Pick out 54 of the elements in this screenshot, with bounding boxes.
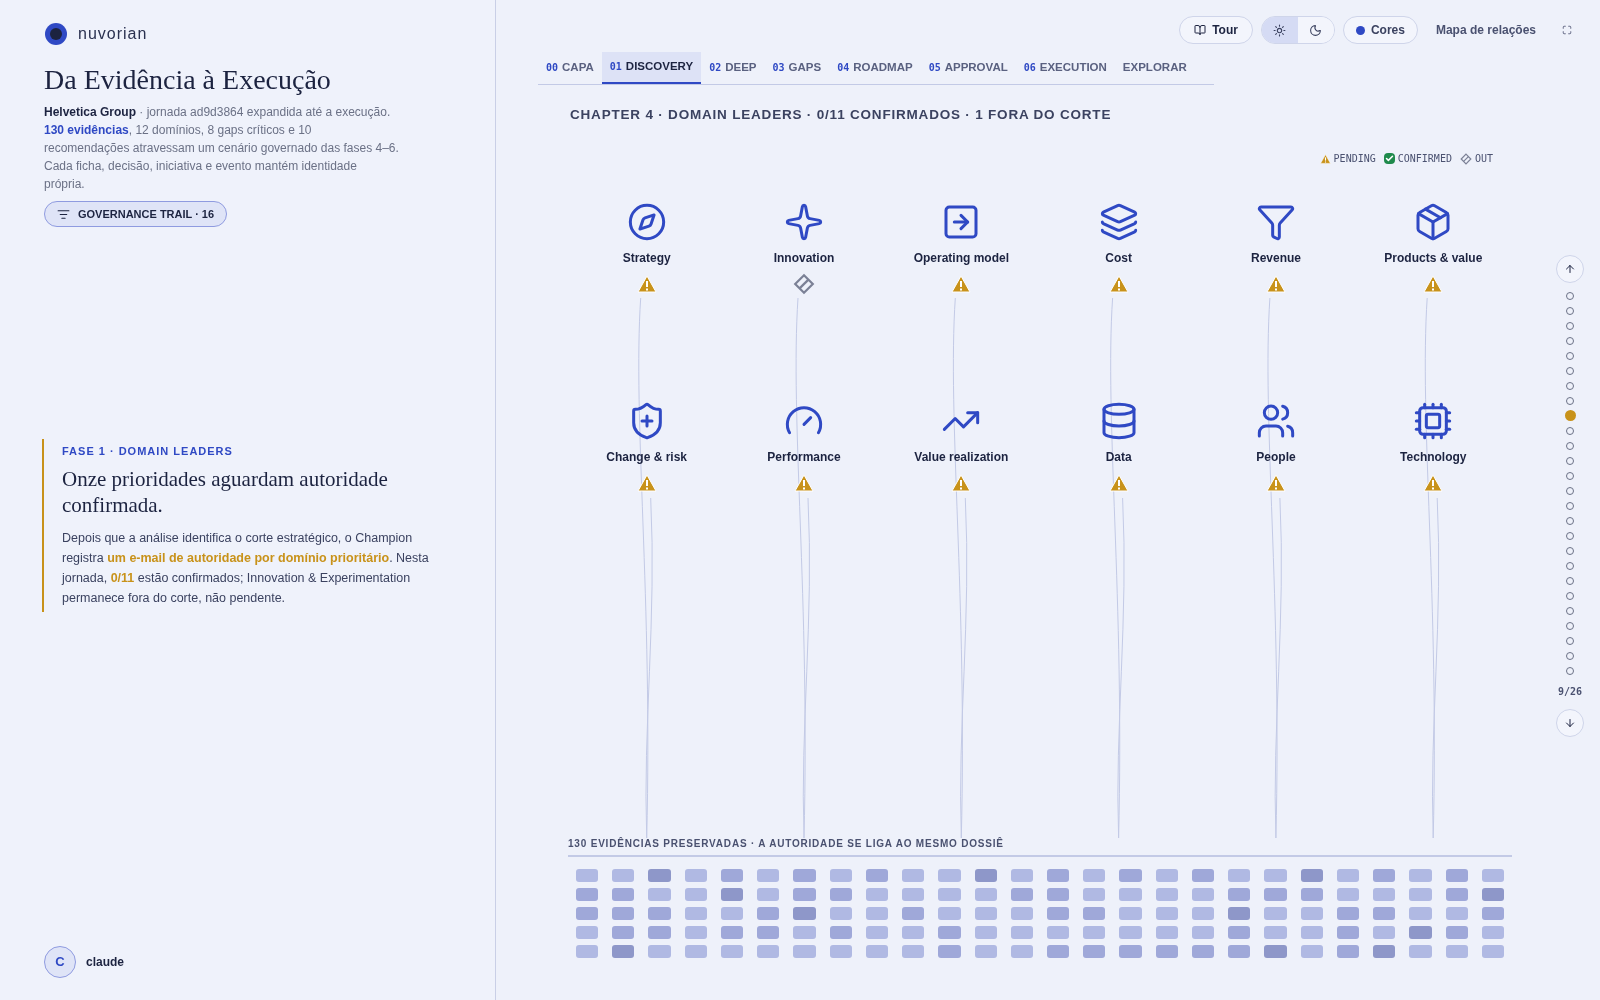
scroll-down-button[interactable] — [1556, 709, 1584, 737]
domain-label: Change & risk — [606, 449, 687, 467]
arrow-down-icon — [1564, 717, 1576, 729]
user-name: claude — [86, 954, 124, 971]
light-theme-button[interactable] — [1261, 17, 1298, 43]
compass-icon — [626, 202, 667, 243]
legend-label: PENDING — [1333, 152, 1376, 167]
domain-label: Performance — [767, 449, 841, 467]
domain-label: Operating model — [913, 250, 1009, 268]
logo-icon — [44, 22, 68, 46]
tab[interactable]: 03 GAPS — [764, 52, 830, 84]
arrow-up-icon — [1564, 263, 1576, 275]
fullscreen-icon[interactable] — [1562, 25, 1572, 35]
scroll-up-button[interactable] — [1556, 255, 1584, 283]
domain-label: People — [1256, 449, 1296, 467]
relations-map-link[interactable]: Mapa de relações — [1425, 21, 1546, 39]
phase-eyebrow: FASE 1 · DOMAIN LEADERS — [62, 444, 234, 459]
domain-label: Strategy — [622, 250, 671, 268]
layers-icon — [1098, 202, 1139, 243]
domain-label: Innovation — [773, 250, 835, 268]
chip-icon — [1413, 401, 1454, 442]
domain-label: Products & value — [1384, 250, 1483, 268]
domain-label: Data — [1105, 449, 1132, 467]
tab[interactable]: 00 CAPA — [538, 52, 602, 84]
brand-name: nuvorian — [78, 24, 148, 44]
tab[interactable]: 06 EXECUTION — [1015, 52, 1115, 84]
domain-label: Revenue — [1250, 250, 1301, 268]
list-icon — [57, 207, 70, 221]
phase-body: Depois que a análise identifica o corte estratégico, o Champion registra um e-mail de autoridade por domínio prioritário. Nesta jornada, 0/11 estão confirmados; Innovation & Experimentation permanece fora do corte, não pendente. — [62, 529, 430, 607]
domain-label: Technology — [1400, 449, 1467, 467]
domain-label: Cost — [1105, 250, 1132, 268]
user-avatar[interactable]: C — [44, 946, 76, 978]
dark-theme-button[interactable] — [1297, 17, 1334, 43]
page-counter: 9/26 — [1557, 685, 1583, 699]
intro-text: Helvetica Group · jornada ad9d3864 expandida até a execução. 130 evidências, 12 domínios, 8 gaps críticos e 10 recomendações atravessam um cenário governado das fases 4–6. Cada ficha, decisão, iniciativa e evento mantém identidade própria. — [44, 104, 400, 193]
evidence-title: 130 EVIDÊNCIAS PRESERVADAS · A AUTORIDADE SE LIGA AO MESMO DOSSIÊ — [568, 836, 1005, 852]
legend-label: OUT — [1474, 152, 1493, 167]
tab[interactable]: 05 APPROVAL — [920, 52, 1016, 84]
tour-button[interactable]: Tour — [1179, 16, 1253, 44]
colors-button[interactable]: Cores — [1342, 16, 1418, 44]
domain-label: Value realization — [914, 449, 1009, 467]
tab[interactable]: 04 ROADMAP — [829, 52, 921, 84]
sparkle-icon — [784, 202, 824, 243]
legend-label: CONFIRMED — [1397, 152, 1452, 167]
governance-trail-button[interactable]: GOVERNANCE TRAIL · 16 — [44, 201, 228, 227]
chapter-heading: CHAPTER 4 · DOMAIN LEADERS · 0/11 CONFIRMADOS · 1 FORA DO CORTE — [570, 106, 1113, 124]
book-icon — [1194, 24, 1207, 36]
tab[interactable]: 01 DISCOVERY — [601, 52, 702, 84]
moon-icon — [1309, 23, 1323, 37]
tab[interactable]: 02 DEEP — [701, 52, 765, 84]
tab[interactable]: EXPLORAR — [1114, 52, 1195, 84]
sun-icon — [1273, 23, 1287, 37]
page-title: Da Evidência à Execução — [44, 63, 332, 97]
phase-heading: Onze prioridades aguardam autoridade confirmada. — [62, 465, 389, 518]
